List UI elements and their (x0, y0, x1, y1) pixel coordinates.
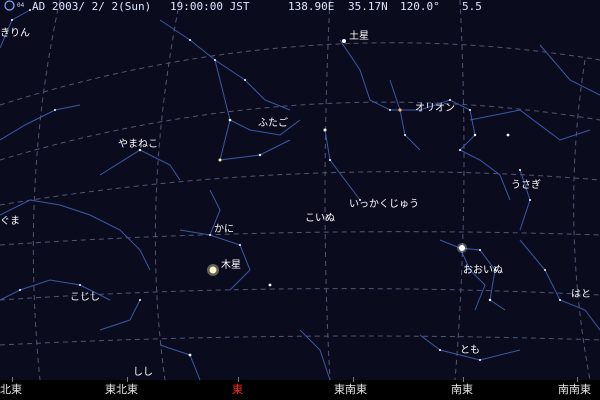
constellation-label-koinu: こいぬ (305, 213, 335, 224)
constellation-label-kani: かに (214, 224, 234, 235)
constellation-label-ikkakujuu: いっかくじゅう (349, 199, 419, 210)
horizon-direction-bar (0, 380, 600, 400)
constellation-label-hato: はと (571, 289, 591, 300)
constellation-label-usagi: うさぎ (511, 180, 541, 191)
horizon-tick (463, 377, 464, 382)
constellation-label-kuma-partial: ぐま (0, 216, 20, 227)
direction-northeast[interactable]: 北東 (0, 383, 22, 396)
constellation-label-shishi: しし (133, 367, 153, 378)
horizon-tick (12, 377, 13, 382)
direction-southeast[interactable]: 南東 (451, 383, 473, 396)
constellation-label-kirin: きりん (0, 28, 30, 39)
horizon-tick (238, 377, 239, 382)
horizon-tick (127, 377, 128, 382)
horizon-tick (577, 377, 578, 382)
constellation-label-orion: オリオン (415, 103, 455, 114)
constellation-label-tomo: とも (460, 345, 480, 356)
moon-age: 04 (17, 2, 25, 9)
planet-label-saturn: 土星 (349, 31, 369, 42)
jupiter-marker (207, 264, 219, 276)
moon-phase-icon: 04 (4, 0, 24, 11)
star-chart[interactable] (0, 0, 600, 400)
status-bar: 04 AD 2003/ 2/ 2(Sun) 19:00:00 JST 138.9… (0, 0, 600, 14)
limiting-magnitude-readout: 5.5 (462, 0, 482, 13)
direction-east-northeast[interactable]: 東北東 (105, 383, 138, 396)
sirius-marker (457, 243, 467, 253)
direction-east[interactable]: 東 (232, 383, 243, 396)
field-of-view-readout: 120.0° (400, 0, 440, 13)
date-readout: AD 2003/ 2/ 2(Sun) (32, 0, 152, 13)
longitude-readout: 138.90E (288, 0, 335, 13)
constellation-label-yamaneko: やまねこ (118, 139, 158, 150)
direction-east-southeast[interactable]: 東南東 (334, 383, 367, 396)
constellation-label-futago: ふたご (258, 118, 288, 129)
latitude-readout: 35.17N (348, 0, 388, 13)
constellation-label-ooinu: おおいぬ (463, 265, 503, 276)
saturn-marker (342, 39, 346, 43)
horizon-tick (353, 377, 354, 382)
constellation-label-koshishi: こじし (70, 292, 100, 303)
planet-label-jupiter: 木星 (221, 260, 241, 271)
direction-south-southeast[interactable]: 南南東 (558, 383, 591, 396)
time-readout: 19:00:00 JST (170, 0, 250, 13)
